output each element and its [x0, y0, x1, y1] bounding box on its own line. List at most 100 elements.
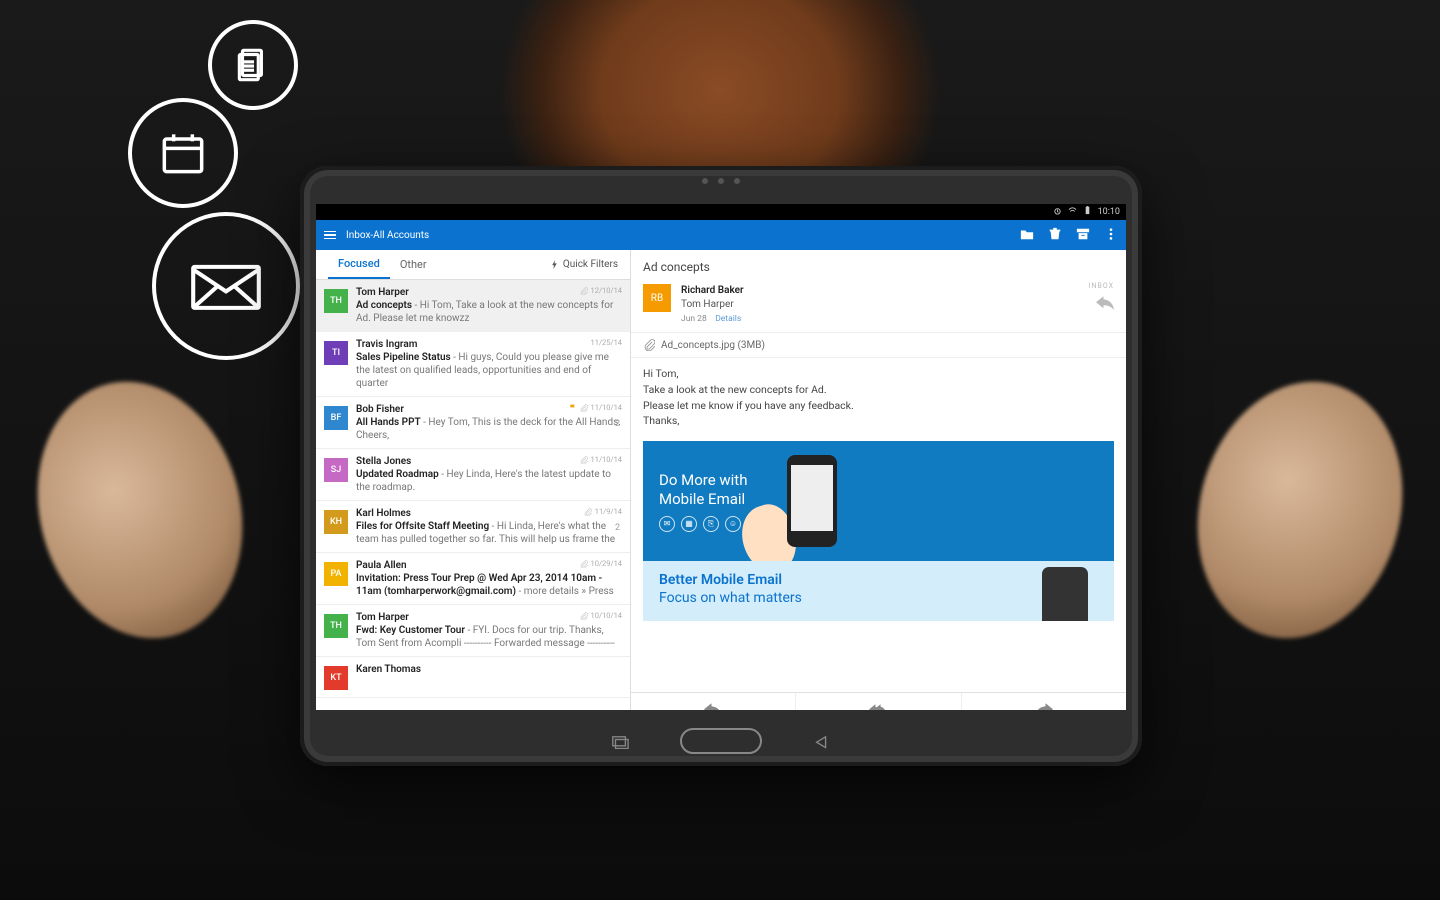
message-item[interactable]: TITravis IngramSales Pipeline Status - H…	[316, 332, 630, 397]
tab-focused[interactable]: Focused	[328, 250, 390, 279]
message-count: 2	[615, 523, 620, 533]
body-greeting: Hi Tom,	[643, 366, 1114, 382]
message-avatar: PA	[324, 562, 348, 586]
reply-button[interactable]	[631, 693, 796, 710]
reading-from: Richard Baker	[681, 284, 744, 298]
lightning-icon	[550, 260, 559, 269]
document-icon	[208, 20, 298, 110]
message-avatar: KT	[324, 666, 348, 690]
reading-subject: Ad concepts	[631, 250, 1126, 280]
reading-pane: Ad concepts RB Richard Baker Tom Harper …	[631, 250, 1126, 710]
attachment-icon	[580, 456, 588, 464]
message-subject: Ad concepts	[356, 300, 412, 311]
message-avatar: TH	[324, 614, 348, 638]
archive-icon[interactable]	[1076, 227, 1090, 244]
message-meta: 12/10/14	[580, 286, 622, 295]
body-line1: Take a look at the new concepts for Ad.	[643, 382, 1114, 398]
back-softkey[interactable]	[813, 734, 831, 748]
tablet-camera	[702, 178, 740, 184]
message-date: 10/10/14	[591, 611, 622, 620]
reading-header: RB Richard Baker Tom Harper Jun 28 Detai…	[631, 280, 1126, 333]
reply-icon[interactable]	[1096, 296, 1114, 313]
paperclip-icon	[643, 339, 655, 351]
inbox-tabs: Focused Other Quick Filters	[316, 250, 630, 280]
attachment-row[interactable]: Ad_concepts.jpg (3MB)	[631, 333, 1126, 358]
message-item[interactable]: BFBob FisherAll Hands PPT - Hey Tom, Thi…	[316, 397, 630, 449]
message-date: 11/10/14	[591, 455, 622, 464]
recent-apps-button[interactable]	[611, 734, 629, 748]
message-meta: 11/10/14	[569, 403, 622, 412]
attachment-icon	[580, 612, 588, 620]
message-subject: Files for Offsite Staff Meeting	[356, 521, 489, 532]
tablet-screen: 10:10 Inbox-All Accounts Focused Other	[316, 204, 1126, 710]
promo-attach-icon: ⎘	[703, 516, 719, 532]
reply-all-button[interactable]	[796, 693, 961, 710]
reading-date: Jun 28	[681, 314, 707, 324]
message-subject: Fwd: Key Customer Tour	[356, 625, 465, 636]
flag-icon	[569, 404, 577, 412]
reading-action-bar	[631, 692, 1126, 710]
message-item[interactable]: SJStella JonesUpdated Roadmap - Hey Lind…	[316, 449, 630, 501]
message-count: 2	[615, 419, 620, 429]
tablet-device: 10:10 Inbox-All Accounts Focused Other	[300, 166, 1142, 766]
clock-text: 10:10	[1098, 207, 1120, 217]
quick-filters-label: Quick Filters	[563, 259, 618, 270]
folder-label: INBOX	[1089, 282, 1114, 290]
message-date: 10/29/14	[591, 559, 622, 568]
reading-to: Tom Harper	[681, 298, 744, 312]
message-date: 12/10/14	[591, 286, 622, 295]
message-avatar: TH	[324, 289, 348, 313]
message-meta: 10/29/14	[580, 559, 622, 568]
battery-icon	[1083, 206, 1092, 218]
android-status-bar: 10:10	[316, 204, 1126, 220]
promo-calendar-icon: ▦	[681, 516, 697, 532]
alarm-icon	[1053, 206, 1062, 218]
attachment-icon	[580, 404, 588, 412]
home-button[interactable]	[680, 728, 762, 754]
promo-phone-graphic	[767, 451, 837, 551]
sender-avatar: RB	[643, 284, 671, 312]
message-item[interactable]: KH Karl Holmes Files for Offsite Staff Mee…	[316, 501, 630, 553]
message-preview: - more details » Press	[516, 586, 614, 597]
message-avatar: KH	[324, 510, 348, 534]
reading-body: Hi Tom, Take a look at the new concepts …	[631, 358, 1126, 435]
message-date: 11/9/14	[595, 507, 622, 516]
header-title: Inbox-All Accounts	[346, 230, 429, 241]
wifi-icon	[1068, 206, 1077, 218]
promo1-line1: Do More with	[659, 471, 747, 489]
delete-icon[interactable]	[1048, 227, 1062, 244]
hamburger-menu-icon[interactable]	[324, 231, 336, 240]
message-meta: 11/10/14	[580, 455, 622, 464]
message-sender: Karen Thomas	[356, 664, 622, 675]
message-subject: Sales Pipeline Status	[356, 352, 451, 363]
app-header: Inbox-All Accounts	[316, 220, 1126, 250]
attachment-name: Ad_concepts.jpg (3MB)	[661, 340, 765, 351]
promo2-line2: Focus on what matters	[659, 589, 1098, 607]
mail-icon	[152, 212, 300, 360]
message-item[interactable]: KT Karen Thomas	[316, 657, 630, 698]
message-item[interactable]: THTom HarperFwd: Key Customer Tour - FYI…	[316, 605, 630, 657]
message-item[interactable]: PAPaula AllenInvitation: Press Tour Prep…	[316, 553, 630, 605]
message-subject: All Hands PPT	[356, 417, 421, 428]
message-sender: Karl Holmes	[356, 508, 622, 519]
message-list[interactable]: THTom HarperAd concepts - Hi Tom, Take a…	[316, 280, 630, 710]
message-sender: Travis Ingram	[356, 339, 622, 350]
promo-area: Do More withMobile Email ✉ ▦ ⎘ ☺	[643, 441, 1114, 621]
message-item[interactable]: THTom HarperAd concepts - Hi Tom, Take a…	[316, 280, 630, 332]
attachment-icon	[580, 560, 588, 568]
quick-filters-button[interactable]: Quick Filters	[550, 259, 618, 270]
message-meta: 11/25/14	[591, 338, 622, 347]
promo-mail-icon: ✉	[659, 516, 675, 532]
message-subject: Updated Roadmap	[356, 469, 439, 480]
overflow-menu-icon[interactable]	[1104, 227, 1118, 244]
message-date: 11/25/14	[591, 338, 622, 347]
folder-icon[interactable]	[1020, 227, 1034, 244]
reading-details-link[interactable]: Details	[715, 314, 741, 324]
message-meta: 11/9/14	[584, 507, 622, 516]
attachment-icon	[580, 287, 588, 295]
forward-button[interactable]	[962, 693, 1126, 710]
message-meta: 10/10/14	[580, 611, 622, 620]
promo-banner-1: Do More withMobile Email ✉ ▦ ⎘ ☺	[643, 441, 1114, 561]
body-line2: Please let me know if you have any feedb…	[643, 398, 1114, 414]
tab-other[interactable]: Other	[390, 251, 437, 278]
